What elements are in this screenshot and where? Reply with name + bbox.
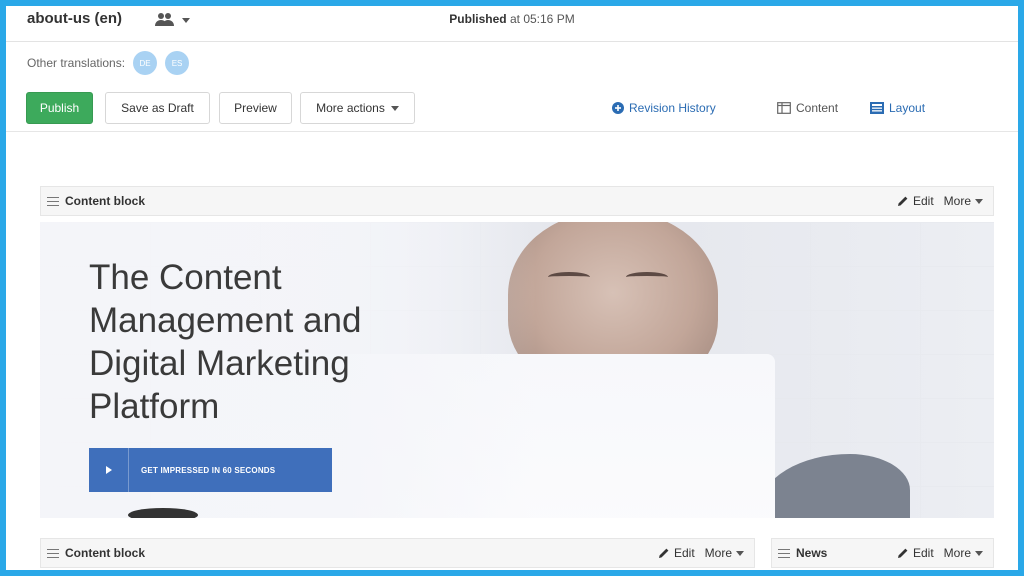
content-view-link[interactable]: Content	[777, 98, 838, 118]
more-label: More	[943, 194, 971, 208]
hamburger-icon[interactable]	[778, 548, 790, 558]
edit-button[interactable]: Edit	[897, 546, 934, 560]
hamburger-icon[interactable]	[47, 548, 59, 558]
revision-history-link[interactable]: Revision History	[612, 98, 716, 118]
status-time: at 05:16 PM	[509, 12, 575, 26]
cta-label: GET IMPRESSED IN 60 SECONDS	[141, 465, 276, 475]
play-icon	[89, 448, 129, 492]
hamburger-icon[interactable]	[47, 196, 59, 206]
apple-silhouette	[128, 508, 198, 518]
translation-es[interactable]: ES	[165, 51, 190, 75]
cta-button[interactable]: GET IMPRESSED IN 60 SECONDS	[89, 448, 332, 492]
chevron-down-icon	[736, 550, 744, 556]
publish-status: Published at 05:16 PM	[6, 12, 1018, 26]
more-actions-label: More actions	[316, 101, 385, 115]
more-label: More	[943, 546, 971, 560]
edit-label: Edit	[673, 546, 695, 560]
news-block-header: News Edit More	[771, 538, 994, 568]
pencil-icon	[897, 196, 908, 206]
top-header: about-us (en) Published at 05:16 PM	[6, 6, 1018, 42]
layout-icon	[870, 102, 884, 114]
edit-label: Edit	[912, 546, 934, 560]
more-dropdown[interactable]: More	[944, 546, 983, 560]
edit-button[interactable]: Edit	[897, 194, 934, 208]
block-title: Content block	[65, 194, 145, 208]
more-label: More	[704, 546, 732, 560]
content-block-header: Content block Edit More	[40, 186, 994, 216]
edit-label: Edit	[912, 194, 934, 208]
columns-icon	[777, 102, 791, 114]
pencil-icon	[897, 548, 908, 558]
translations-row: Other translations: DE ES	[27, 51, 190, 75]
content-view-label: Content	[796, 101, 839, 115]
pencil-icon	[658, 548, 669, 558]
more-dropdown[interactable]: More	[705, 546, 744, 560]
layout-view-link[interactable]: Layout	[870, 98, 925, 118]
block-title: Content block	[65, 546, 145, 560]
status-label: Published	[449, 12, 507, 26]
preview-button[interactable]: Preview	[219, 92, 292, 124]
edit-button[interactable]: Edit	[658, 546, 695, 560]
publish-button[interactable]: Publish	[26, 92, 93, 124]
plus-circle-icon	[612, 102, 624, 114]
layout-view-label: Layout	[889, 101, 926, 115]
block-title: News	[796, 546, 828, 560]
save-draft-button[interactable]: Save as Draft	[105, 92, 210, 124]
chevron-down-icon	[975, 198, 983, 204]
more-dropdown[interactable]: More	[944, 194, 983, 208]
translations-label: Other translations:	[27, 56, 126, 70]
chevron-down-icon	[390, 105, 399, 111]
more-actions-button[interactable]: More actions	[300, 92, 415, 124]
cms-window: about-us (en) Published at 05:16 PM Othe…	[6, 6, 1018, 570]
hero-banner: The Content Management and Digital Marke…	[40, 222, 994, 518]
content-block-header: Content block Edit More	[40, 538, 755, 568]
revision-history-label: Revision History	[629, 101, 716, 115]
action-toolbar: Publish Save as Draft Preview More actio…	[6, 88, 1018, 132]
hero-title: The Content Management and Digital Marke…	[89, 258, 362, 426]
translation-de[interactable]: DE	[133, 51, 158, 75]
chevron-down-icon	[975, 550, 983, 556]
